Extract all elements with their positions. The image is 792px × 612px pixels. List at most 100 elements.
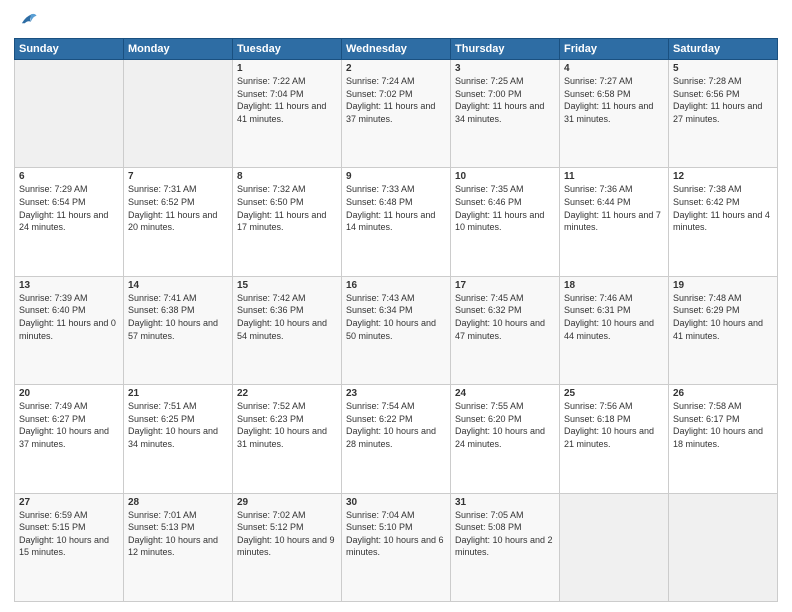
calendar-body: 1Sunrise: 7:22 AMSunset: 7:04 PMDaylight…: [15, 60, 778, 602]
calendar-cell: [15, 60, 124, 168]
day-info: Sunrise: 7:35 AMSunset: 6:46 PMDaylight:…: [455, 183, 555, 233]
calendar-cell: 25Sunrise: 7:56 AMSunset: 6:18 PMDayligh…: [560, 385, 669, 493]
day-number: 25: [564, 388, 664, 399]
day-number: 26: [673, 388, 773, 399]
calendar-table: SundayMondayTuesdayWednesdayThursdayFrid…: [14, 38, 778, 602]
day-number: 7: [128, 171, 228, 182]
calendar-cell: 8Sunrise: 7:32 AMSunset: 6:50 PMDaylight…: [233, 168, 342, 276]
day-info: Sunrise: 7:05 AMSunset: 5:08 PMDaylight:…: [455, 509, 555, 559]
calendar-cell: 9Sunrise: 7:33 AMSunset: 6:48 PMDaylight…: [342, 168, 451, 276]
calendar-week-row: 6Sunrise: 7:29 AMSunset: 6:54 PMDaylight…: [15, 168, 778, 276]
day-number: 28: [128, 497, 228, 508]
day-number: 13: [19, 280, 119, 291]
day-number: 30: [346, 497, 446, 508]
day-info: Sunrise: 7:02 AMSunset: 5:12 PMDaylight:…: [237, 509, 337, 559]
day-info: Sunrise: 7:32 AMSunset: 6:50 PMDaylight:…: [237, 183, 337, 233]
day-info: Sunrise: 7:31 AMSunset: 6:52 PMDaylight:…: [128, 183, 228, 233]
day-info: Sunrise: 7:38 AMSunset: 6:42 PMDaylight:…: [673, 183, 773, 233]
logo-bird-icon: [16, 10, 38, 32]
weekday-header: Tuesday: [233, 39, 342, 60]
day-info: Sunrise: 7:58 AMSunset: 6:17 PMDaylight:…: [673, 400, 773, 450]
calendar-week-row: 13Sunrise: 7:39 AMSunset: 6:40 PMDayligh…: [15, 276, 778, 384]
day-number: 15: [237, 280, 337, 291]
day-number: 11: [564, 171, 664, 182]
calendar-cell: 23Sunrise: 7:54 AMSunset: 6:22 PMDayligh…: [342, 385, 451, 493]
calendar-cell: 22Sunrise: 7:52 AMSunset: 6:23 PMDayligh…: [233, 385, 342, 493]
day-info: Sunrise: 7:29 AMSunset: 6:54 PMDaylight:…: [19, 183, 119, 233]
calendar-cell: 31Sunrise: 7:05 AMSunset: 5:08 PMDayligh…: [451, 493, 560, 601]
day-number: 5: [673, 63, 773, 74]
day-info: Sunrise: 7:04 AMSunset: 5:10 PMDaylight:…: [346, 509, 446, 559]
day-number: 6: [19, 171, 119, 182]
calendar-cell: 10Sunrise: 7:35 AMSunset: 6:46 PMDayligh…: [451, 168, 560, 276]
day-number: 17: [455, 280, 555, 291]
day-info: Sunrise: 7:54 AMSunset: 6:22 PMDaylight:…: [346, 400, 446, 450]
page: SundayMondayTuesdayWednesdayThursdayFrid…: [0, 0, 792, 612]
day-info: Sunrise: 7:46 AMSunset: 6:31 PMDaylight:…: [564, 292, 664, 342]
day-number: 22: [237, 388, 337, 399]
day-info: Sunrise: 7:52 AMSunset: 6:23 PMDaylight:…: [237, 400, 337, 450]
calendar-week-row: 20Sunrise: 7:49 AMSunset: 6:27 PMDayligh…: [15, 385, 778, 493]
day-info: Sunrise: 7:33 AMSunset: 6:48 PMDaylight:…: [346, 183, 446, 233]
day-info: Sunrise: 7:55 AMSunset: 6:20 PMDaylight:…: [455, 400, 555, 450]
day-info: Sunrise: 7:51 AMSunset: 6:25 PMDaylight:…: [128, 400, 228, 450]
day-info: Sunrise: 7:39 AMSunset: 6:40 PMDaylight:…: [19, 292, 119, 342]
day-info: Sunrise: 7:28 AMSunset: 6:56 PMDaylight:…: [673, 75, 773, 125]
day-number: 24: [455, 388, 555, 399]
day-info: Sunrise: 7:43 AMSunset: 6:34 PMDaylight:…: [346, 292, 446, 342]
calendar-week-row: 1Sunrise: 7:22 AMSunset: 7:04 PMDaylight…: [15, 60, 778, 168]
calendar-cell: 21Sunrise: 7:51 AMSunset: 6:25 PMDayligh…: [124, 385, 233, 493]
day-number: 14: [128, 280, 228, 291]
day-number: 8: [237, 171, 337, 182]
day-info: Sunrise: 7:49 AMSunset: 6:27 PMDaylight:…: [19, 400, 119, 450]
calendar-cell: 20Sunrise: 7:49 AMSunset: 6:27 PMDayligh…: [15, 385, 124, 493]
day-number: 2: [346, 63, 446, 74]
day-info: Sunrise: 7:41 AMSunset: 6:38 PMDaylight:…: [128, 292, 228, 342]
day-info: Sunrise: 7:27 AMSunset: 6:58 PMDaylight:…: [564, 75, 664, 125]
calendar-cell: 15Sunrise: 7:42 AMSunset: 6:36 PMDayligh…: [233, 276, 342, 384]
calendar-cell: 30Sunrise: 7:04 AMSunset: 5:10 PMDayligh…: [342, 493, 451, 601]
calendar-cell: 1Sunrise: 7:22 AMSunset: 7:04 PMDaylight…: [233, 60, 342, 168]
calendar-cell: 18Sunrise: 7:46 AMSunset: 6:31 PMDayligh…: [560, 276, 669, 384]
weekday-header: Saturday: [669, 39, 778, 60]
day-info: Sunrise: 7:01 AMSunset: 5:13 PMDaylight:…: [128, 509, 228, 559]
day-number: 29: [237, 497, 337, 508]
weekday-header: Friday: [560, 39, 669, 60]
day-info: Sunrise: 7:42 AMSunset: 6:36 PMDaylight:…: [237, 292, 337, 342]
logo: [14, 10, 38, 32]
calendar-cell: 3Sunrise: 7:25 AMSunset: 7:00 PMDaylight…: [451, 60, 560, 168]
calendar-cell: [560, 493, 669, 601]
day-number: 1: [237, 63, 337, 74]
calendar-week-row: 27Sunrise: 6:59 AMSunset: 5:15 PMDayligh…: [15, 493, 778, 601]
calendar-cell: 2Sunrise: 7:24 AMSunset: 7:02 PMDaylight…: [342, 60, 451, 168]
calendar-cell: [124, 60, 233, 168]
calendar-cell: 13Sunrise: 7:39 AMSunset: 6:40 PMDayligh…: [15, 276, 124, 384]
weekday-header: Thursday: [451, 39, 560, 60]
day-number: 19: [673, 280, 773, 291]
day-number: 4: [564, 63, 664, 74]
day-info: Sunrise: 7:25 AMSunset: 7:00 PMDaylight:…: [455, 75, 555, 125]
calendar-cell: 11Sunrise: 7:36 AMSunset: 6:44 PMDayligh…: [560, 168, 669, 276]
calendar-cell: 19Sunrise: 7:48 AMSunset: 6:29 PMDayligh…: [669, 276, 778, 384]
header: [14, 10, 778, 32]
weekday-header: Wednesday: [342, 39, 451, 60]
day-info: Sunrise: 7:45 AMSunset: 6:32 PMDaylight:…: [455, 292, 555, 342]
day-number: 18: [564, 280, 664, 291]
calendar-cell: 24Sunrise: 7:55 AMSunset: 6:20 PMDayligh…: [451, 385, 560, 493]
day-info: Sunrise: 7:48 AMSunset: 6:29 PMDaylight:…: [673, 292, 773, 342]
calendar-cell: [669, 493, 778, 601]
calendar-cell: 5Sunrise: 7:28 AMSunset: 6:56 PMDaylight…: [669, 60, 778, 168]
calendar-cell: 26Sunrise: 7:58 AMSunset: 6:17 PMDayligh…: [669, 385, 778, 493]
day-number: 16: [346, 280, 446, 291]
day-number: 21: [128, 388, 228, 399]
calendar-cell: 12Sunrise: 7:38 AMSunset: 6:42 PMDayligh…: [669, 168, 778, 276]
day-number: 20: [19, 388, 119, 399]
day-info: Sunrise: 6:59 AMSunset: 5:15 PMDaylight:…: [19, 509, 119, 559]
day-number: 3: [455, 63, 555, 74]
day-info: Sunrise: 7:22 AMSunset: 7:04 PMDaylight:…: [237, 75, 337, 125]
day-number: 9: [346, 171, 446, 182]
calendar-cell: 4Sunrise: 7:27 AMSunset: 6:58 PMDaylight…: [560, 60, 669, 168]
day-info: Sunrise: 7:56 AMSunset: 6:18 PMDaylight:…: [564, 400, 664, 450]
calendar-cell: 17Sunrise: 7:45 AMSunset: 6:32 PMDayligh…: [451, 276, 560, 384]
calendar-cell: 6Sunrise: 7:29 AMSunset: 6:54 PMDaylight…: [15, 168, 124, 276]
